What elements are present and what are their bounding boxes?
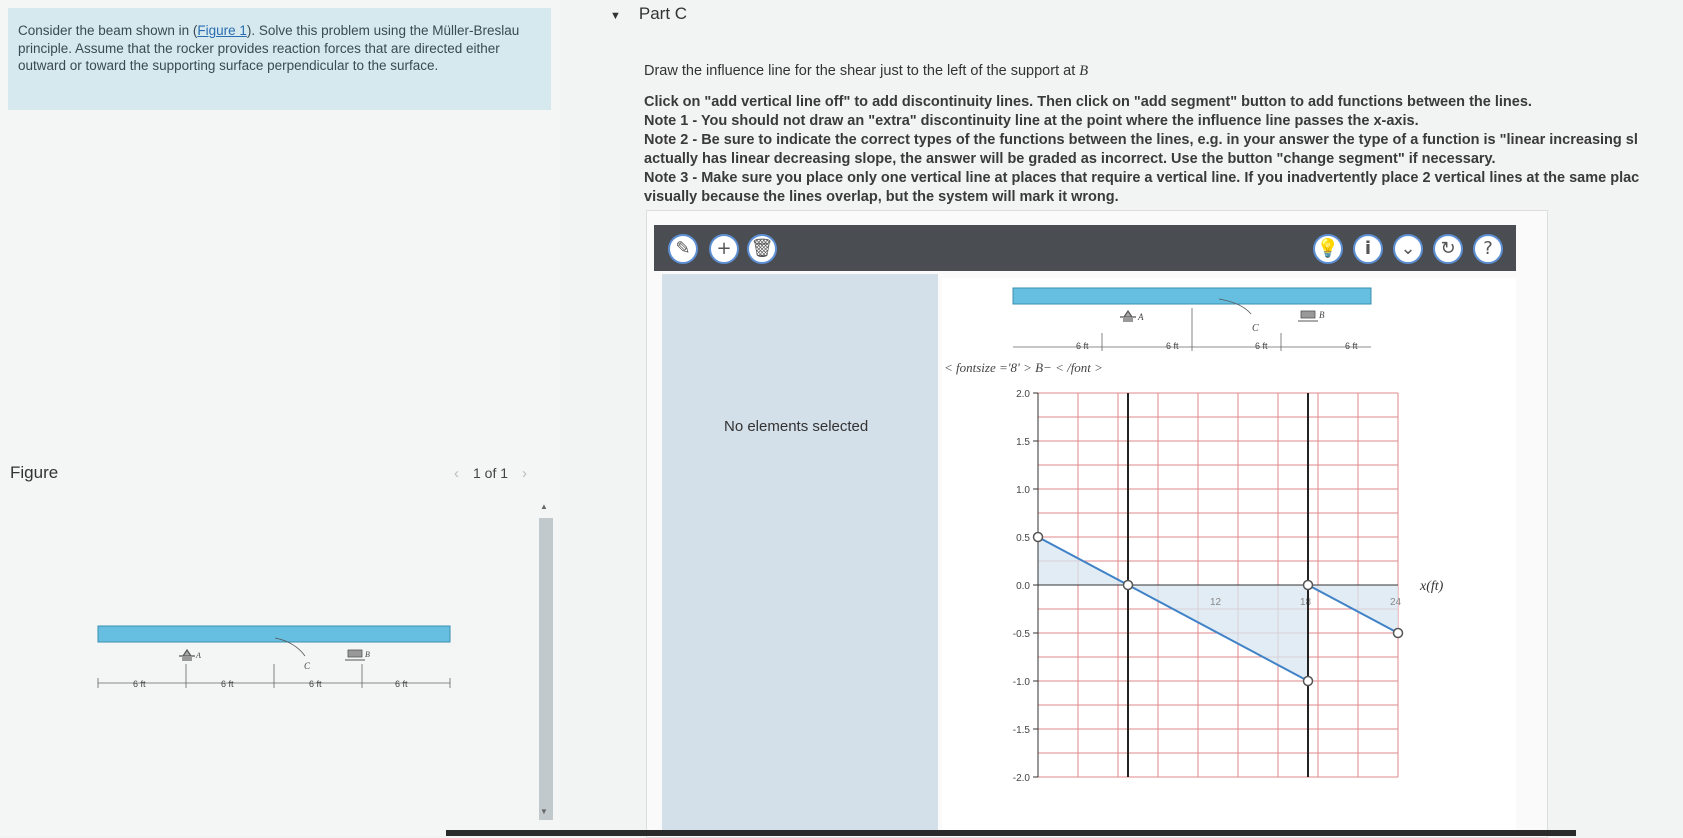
collapse-caret-icon[interactable]: ▼	[610, 10, 621, 22]
graph-support-a-label: A	[1137, 312, 1144, 322]
properties-panel	[662, 274, 938, 836]
hint-button[interactable]: 💡	[1313, 234, 1343, 264]
x-tick-label: 24	[1390, 597, 1402, 608]
beam	[97, 625, 451, 643]
dropdown-button[interactable]: ⌄	[1393, 234, 1423, 264]
instruction-line: Click on "add vertical line off" to add …	[644, 94, 1532, 110]
graph-span-label-3: 6 ft	[1255, 341, 1268, 351]
part-title: Part C	[638, 4, 688, 23]
instruction-line: Note 3 - Make sure you place only one ve…	[644, 170, 1640, 186]
influence-point	[1302, 579, 1314, 591]
support-a-label: A	[195, 651, 201, 660]
influence-point	[1122, 579, 1134, 591]
y-tick-label: -1.0	[1013, 677, 1031, 688]
span-label-3: 6 ft	[309, 679, 322, 689]
graph-support-b-icon	[1298, 310, 1318, 322]
problem-panel	[0, 0, 560, 836]
y-tick-label: 1.0	[1016, 485, 1030, 496]
instruction-line: actually has linear decreasing slope, th…	[644, 151, 1496, 167]
span-label-1: 6 ft	[133, 679, 146, 689]
support-a-icon	[179, 648, 195, 661]
info-button[interactable]: i	[1353, 234, 1383, 264]
span-label-2: 6 ft	[221, 679, 234, 689]
span-label-4: 6 ft	[395, 679, 408, 689]
point-c-label: C	[304, 661, 311, 671]
scroll-up-icon[interactable]: ▲	[540, 502, 548, 511]
influence-point	[1392, 627, 1404, 639]
graph-support-b-label: B	[1319, 310, 1325, 320]
bottom-bar	[446, 830, 1576, 836]
graph-span-label-2: 6 ft	[1166, 341, 1179, 351]
instruction-line: visually because the lines overlap, but …	[644, 189, 1119, 205]
graph-span-label-1: 6 ft	[1076, 341, 1089, 351]
figure-link[interactable]: Figure 1	[197, 23, 247, 38]
problem-statement: Consider the beam shown in (Figure 1). S…	[8, 8, 551, 110]
support-b-icon	[345, 649, 365, 661]
y-tick-label: -2.0	[1013, 773, 1031, 784]
graph-point-c-label: C	[1252, 323, 1259, 334]
problem-text-before: Consider the beam shown in (	[18, 23, 198, 38]
graph-beam	[1012, 287, 1372, 305]
influence-line-graph[interactable]: A B C 6 ft 6 ft 6 ft 6 ft < fontsize ='8…	[942, 278, 1516, 836]
tool-toolbar	[654, 225, 1516, 271]
figure-pager: ‹ 1 of 1 ›	[440, 465, 541, 482]
add-segment-button[interactable]: +	[709, 234, 739, 264]
figure-label: Figure	[10, 463, 59, 482]
x-tick-label: 18	[1300, 597, 1312, 608]
prev-figure-button[interactable]: ‹	[454, 465, 459, 482]
x-axis-label: x(ft)	[1419, 579, 1444, 594]
graph-span-label-4: 6 ft	[1345, 341, 1358, 351]
instruction-line: Note 1 - You should not draw an "extra" …	[644, 113, 1419, 129]
prompt-variable: B	[1079, 63, 1089, 79]
influence-point	[1302, 675, 1314, 687]
y-tick-label: -1.5	[1013, 725, 1031, 736]
question-prompt: Draw the influence line for the shear ju…	[644, 63, 1089, 79]
graph-support-a-icon	[1120, 309, 1136, 322]
instruction-line: Note 2 - Be sure to indicate the correct…	[644, 132, 1638, 148]
y-tick-label: 2.0	[1016, 389, 1030, 400]
y-tick-label: -0.5	[1013, 629, 1031, 640]
part-header[interactable]: ▼ Part C	[610, 4, 687, 24]
add-vertical-line-button[interactable]: ✎	[668, 234, 698, 264]
y-tick-label: 1.5	[1016, 437, 1030, 448]
broken-markup-label: < fontsize ='8' > B− < /font >	[944, 360, 1103, 375]
figure-scrollbar[interactable]	[539, 518, 553, 820]
graph-canvas[interactable]: A B C 6 ft 6 ft 6 ft 6 ft < fontsize ='8…	[942, 278, 1516, 836]
influence-point	[1032, 531, 1044, 543]
help-button[interactable]: ?	[1473, 234, 1503, 264]
support-b-label: B	[365, 650, 370, 659]
delete-button[interactable]: 🗑	[747, 234, 777, 264]
figure-page-count: 1 of 1	[473, 465, 509, 481]
next-figure-button[interactable]: ›	[522, 465, 527, 482]
reset-button[interactable]: ↻	[1433, 234, 1463, 264]
y-tick-label: 0.5	[1016, 533, 1030, 544]
scroll-down-icon[interactable]: ▼	[540, 807, 548, 816]
selection-status: No elements selected	[724, 418, 869, 435]
x-tick-label: 12	[1210, 597, 1222, 608]
beam-figure: A B C 6 ft 6 ft 6 ft 6 ft	[97, 625, 451, 689]
y-tick-label: 0.0	[1016, 581, 1030, 592]
question-text: Draw the influence line for the shear ju…	[644, 62, 1683, 207]
